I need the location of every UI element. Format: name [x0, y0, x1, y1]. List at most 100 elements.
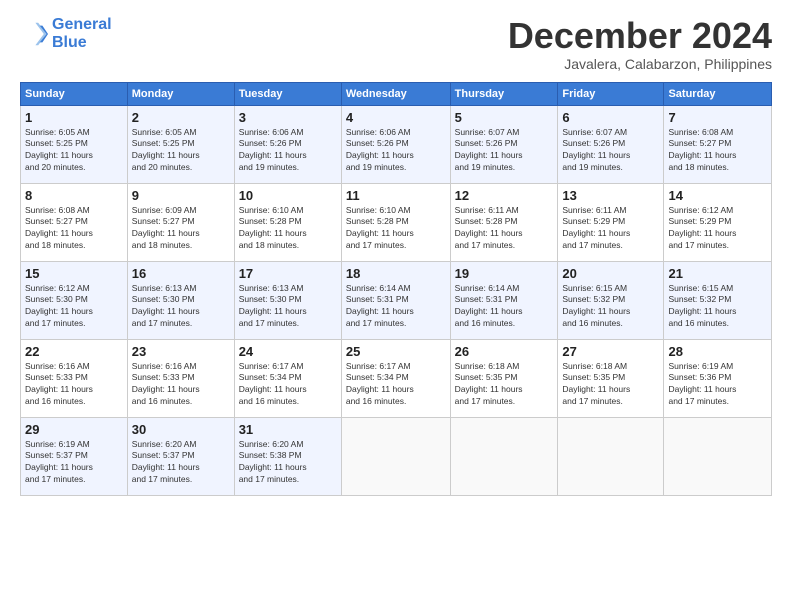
- calendar-cell: 11 Sunrise: 6:10 AM Sunset: 5:28 PM Dayli…: [341, 183, 450, 261]
- calendar-cell: 31 Sunrise: 6:20 AM Sunset: 5:38 PM Dayli…: [234, 417, 341, 495]
- logo-text: General Blue: [52, 16, 112, 51]
- calendar-cell: [664, 417, 772, 495]
- calendar-cell: 17Sunrise: 6:13 AM Sunset: 5:30 PM Dayli…: [234, 261, 341, 339]
- calendar-cell: 2 Sunrise: 6:05 AM Sunset: 5:25 PM Daylig…: [127, 105, 234, 183]
- col-tuesday: Tuesday: [234, 82, 341, 105]
- day-number: 17: [239, 266, 337, 281]
- month-title: December 2024: [508, 16, 772, 56]
- calendar-cell: 7Sunrise: 6:08 AM Sunset: 5:27 PM Daylig…: [664, 105, 772, 183]
- logo-blue: Blue: [52, 34, 87, 51]
- day-number: 8: [25, 188, 123, 203]
- day-info: Sunrise: 6:19 AM Sunset: 5:37 PM Dayligh…: [25, 439, 123, 487]
- logo: General Blue: [20, 16, 112, 51]
- calendar-cell: 25Sunrise: 6:17 AM Sunset: 5:34 PM Dayli…: [341, 339, 450, 417]
- calendar-cell: 27Sunrise: 6:18 AM Sunset: 5:35 PM Dayli…: [558, 339, 664, 417]
- day-info: Sunrise: 6:18 AM Sunset: 5:35 PM Dayligh…: [562, 361, 659, 409]
- day-info: Sunrise: 6:08 AM Sunset: 5:27 PM Dayligh…: [668, 127, 767, 175]
- day-info: Sunrise: 6:15 AM Sunset: 5:32 PM Dayligh…: [562, 283, 659, 331]
- day-info: Sunrise: 6:12 AM Sunset: 5:30 PM Dayligh…: [25, 283, 123, 331]
- header: General Blue December 2024 Javalera, Cal…: [20, 16, 772, 72]
- calendar-cell: 5Sunrise: 6:07 AM Sunset: 5:26 PM Daylig…: [450, 105, 558, 183]
- calendar-cell: 4 Sunrise: 6:06 AM Sunset: 5:26 PM Daylig…: [341, 105, 450, 183]
- calendar-cell: 16Sunrise: 6:13 AM Sunset: 5:30 PM Dayli…: [127, 261, 234, 339]
- day-number: 13: [562, 188, 659, 203]
- calendar-cell: 20 Sunrise: 6:15 AM Sunset: 5:32 PM Dayli…: [558, 261, 664, 339]
- day-info: Sunrise: 6:11 AM Sunset: 5:28 PM Dayligh…: [455, 205, 554, 253]
- calendar-cell: 28 Sunrise: 6:19 AM Sunset: 5:36 PM Dayli…: [664, 339, 772, 417]
- calendar-cell: 6 Sunrise: 6:07 AM Sunset: 5:26 PM Daylig…: [558, 105, 664, 183]
- day-info: Sunrise: 6:06 AM Sunset: 5:26 PM Dayligh…: [346, 127, 446, 175]
- day-info: Sunrise: 6:10 AM Sunset: 5:28 PM Dayligh…: [239, 205, 337, 253]
- calendar-cell: 18 Sunrise: 6:14 AM Sunset: 5:31 PM Dayli…: [341, 261, 450, 339]
- day-number: 28: [668, 344, 767, 359]
- col-wednesday: Wednesday: [341, 82, 450, 105]
- day-info: Sunrise: 6:17 AM Sunset: 5:34 PM Dayligh…: [239, 361, 337, 409]
- day-info: Sunrise: 6:20 AM Sunset: 5:38 PM Dayligh…: [239, 439, 337, 487]
- day-number: 25: [346, 344, 446, 359]
- day-number: 2: [132, 110, 230, 125]
- calendar-header-row: Sunday Monday Tuesday Wednesday Thursday…: [21, 82, 772, 105]
- calendar-cell: 10 Sunrise: 6:10 AM Sunset: 5:28 PM Dayli…: [234, 183, 341, 261]
- calendar-week-row: 1Sunrise: 6:05 AM Sunset: 5:25 PM Daylig…: [21, 105, 772, 183]
- logo-icon: [20, 20, 48, 48]
- logo-general: General: [52, 16, 112, 33]
- calendar-cell: 23 Sunrise: 6:16 AM Sunset: 5:33 PM Dayli…: [127, 339, 234, 417]
- col-sunday: Sunday: [21, 82, 128, 105]
- day-info: Sunrise: 6:05 AM Sunset: 5:25 PM Dayligh…: [132, 127, 230, 175]
- col-thursday: Thursday: [450, 82, 558, 105]
- calendar-cell: 1Sunrise: 6:05 AM Sunset: 5:25 PM Daylig…: [21, 105, 128, 183]
- day-info: Sunrise: 6:19 AM Sunset: 5:36 PM Dayligh…: [668, 361, 767, 409]
- day-info: Sunrise: 6:08 AM Sunset: 5:27 PM Dayligh…: [25, 205, 123, 253]
- calendar-cell: 22Sunrise: 6:16 AM Sunset: 5:33 PM Dayli…: [21, 339, 128, 417]
- day-number: 12: [455, 188, 554, 203]
- calendar-cell: [450, 417, 558, 495]
- col-friday: Friday: [558, 82, 664, 105]
- day-number: 10: [239, 188, 337, 203]
- calendar-cell: 29 Sunrise: 6:19 AM Sunset: 5:37 PM Dayli…: [21, 417, 128, 495]
- day-number: 9: [132, 188, 230, 203]
- page: General Blue December 2024 Javalera, Cal…: [0, 0, 792, 612]
- day-info: Sunrise: 6:15 AM Sunset: 5:32 PM Dayligh…: [668, 283, 767, 331]
- day-number: 30: [132, 422, 230, 437]
- calendar-cell: 3Sunrise: 6:06 AM Sunset: 5:26 PM Daylig…: [234, 105, 341, 183]
- location-subtitle: Javalera, Calabarzon, Philippines: [508, 56, 772, 72]
- day-info: Sunrise: 6:07 AM Sunset: 5:26 PM Dayligh…: [562, 127, 659, 175]
- title-block: December 2024 Javalera, Calabarzon, Phil…: [508, 16, 772, 72]
- calendar-cell: 24 Sunrise: 6:17 AM Sunset: 5:34 PM Dayli…: [234, 339, 341, 417]
- day-info: Sunrise: 6:09 AM Sunset: 5:27 PM Dayligh…: [132, 205, 230, 253]
- day-number: 3: [239, 110, 337, 125]
- day-info: Sunrise: 6:16 AM Sunset: 5:33 PM Dayligh…: [25, 361, 123, 409]
- calendar-week-row: 29 Sunrise: 6:19 AM Sunset: 5:37 PM Dayli…: [21, 417, 772, 495]
- day-number: 29: [25, 422, 123, 437]
- day-number: 31: [239, 422, 337, 437]
- calendar-cell: 14Sunrise: 6:12 AM Sunset: 5:29 PM Dayli…: [664, 183, 772, 261]
- calendar-cell: [341, 417, 450, 495]
- day-number: 18: [346, 266, 446, 281]
- calendar-cell: 30 Sunrise: 6:20 AM Sunset: 5:37 PM Dayli…: [127, 417, 234, 495]
- day-number: 16: [132, 266, 230, 281]
- day-info: Sunrise: 6:05 AM Sunset: 5:25 PM Dayligh…: [25, 127, 123, 175]
- day-number: 6: [562, 110, 659, 125]
- day-info: Sunrise: 6:16 AM Sunset: 5:33 PM Dayligh…: [132, 361, 230, 409]
- calendar-cell: [558, 417, 664, 495]
- calendar-week-row: 15Sunrise: 6:12 AM Sunset: 5:30 PM Dayli…: [21, 261, 772, 339]
- calendar-table: Sunday Monday Tuesday Wednesday Thursday…: [20, 82, 772, 496]
- day-number: 23: [132, 344, 230, 359]
- day-number: 24: [239, 344, 337, 359]
- day-info: Sunrise: 6:20 AM Sunset: 5:37 PM Dayligh…: [132, 439, 230, 487]
- calendar-cell: 8 Sunrise: 6:08 AM Sunset: 5:27 PM Daylig…: [21, 183, 128, 261]
- calendar-week-row: 8 Sunrise: 6:08 AM Sunset: 5:27 PM Daylig…: [21, 183, 772, 261]
- day-info: Sunrise: 6:10 AM Sunset: 5:28 PM Dayligh…: [346, 205, 446, 253]
- day-info: Sunrise: 6:07 AM Sunset: 5:26 PM Dayligh…: [455, 127, 554, 175]
- day-number: 26: [455, 344, 554, 359]
- day-number: 20: [562, 266, 659, 281]
- calendar-cell: 21 Sunrise: 6:15 AM Sunset: 5:32 PM Dayli…: [664, 261, 772, 339]
- day-info: Sunrise: 6:14 AM Sunset: 5:31 PM Dayligh…: [346, 283, 446, 331]
- calendar-cell: 12 Sunrise: 6:11 AM Sunset: 5:28 PM Dayli…: [450, 183, 558, 261]
- day-number: 11: [346, 188, 446, 203]
- day-info: Sunrise: 6:11 AM Sunset: 5:29 PM Dayligh…: [562, 205, 659, 253]
- calendar-cell: 13 Sunrise: 6:11 AM Sunset: 5:29 PM Dayli…: [558, 183, 664, 261]
- day-number: 21: [668, 266, 767, 281]
- day-number: 4: [346, 110, 446, 125]
- col-monday: Monday: [127, 82, 234, 105]
